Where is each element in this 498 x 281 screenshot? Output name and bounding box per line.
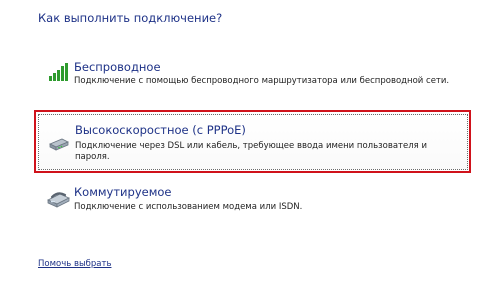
option-dialup-description: Подключение с использованием модема или … — [74, 202, 303, 212]
option-wireless[interactable]: Беспроводное Подключение с помощью беспр… — [38, 55, 468, 95]
dialup-modem-icon — [47, 188, 70, 210]
option-dialup-title: Коммутируемое — [74, 185, 172, 199]
page-heading: Как выполнить подключение? — [38, 11, 223, 25]
option-pppoe-description: Подключение через DSL или кабель, требую… — [75, 141, 427, 162]
option-pppoe[interactable]: Высокоскоростное (с PPPoE) Подключение ч… — [38, 114, 468, 170]
help-me-choose-link[interactable]: Помочь выбрать — [38, 259, 111, 269]
option-pppoe-title: Высокоскоростное (с PPPoE) — [75, 123, 246, 137]
option-wireless-description: Подключение с помощью беспроводного марш… — [74, 76, 450, 86]
wireless-signal-icon — [47, 61, 69, 83]
connection-type-page: Как выполнить подключение? Беспроводное … — [0, 0, 498, 281]
option-wireless-title: Беспроводное — [74, 60, 161, 74]
broadband-modem-icon — [48, 132, 70, 154]
option-dialup[interactable]: Коммутируемое Подключение с использовани… — [38, 182, 468, 222]
